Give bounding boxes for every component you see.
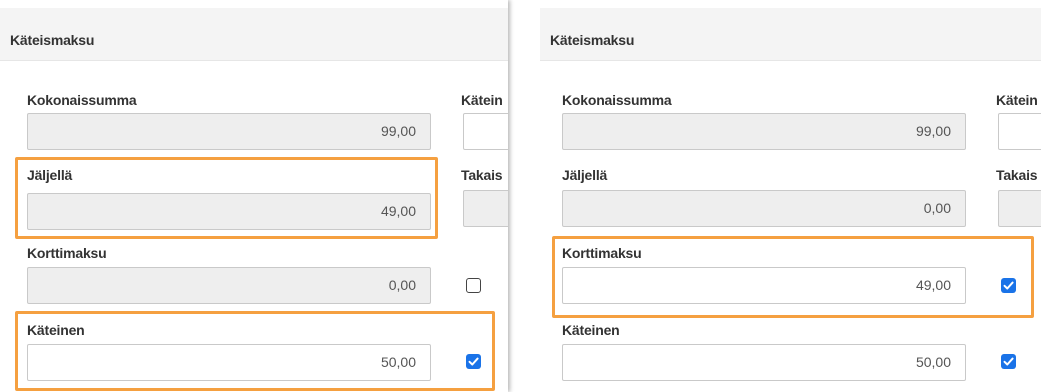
korttimaksu-checkbox[interactable] bbox=[466, 278, 481, 293]
kateinen-label: Käteinen bbox=[562, 322, 620, 338]
jaljella-label: Jäljellä bbox=[27, 167, 73, 183]
kateinen-field[interactable]: 50,00 bbox=[27, 344, 431, 381]
kateinen-checkbox[interactable] bbox=[1001, 354, 1016, 369]
takaisin-column-label: Takais bbox=[996, 167, 1038, 183]
checkmark-icon bbox=[1003, 281, 1014, 290]
kateinen-column-label: Kätein bbox=[996, 92, 1038, 108]
checkmark-icon bbox=[1003, 357, 1014, 366]
kateinen-checkbox[interactable] bbox=[466, 354, 481, 369]
korttimaksu-field[interactable]: 0,00 bbox=[27, 267, 431, 304]
panel-header: Käteismaksu bbox=[0, 8, 508, 61]
kokonaissumma-field: 99,00 bbox=[27, 113, 431, 150]
kokonaissumma-label: Kokonaissumma bbox=[562, 92, 672, 108]
korttimaksu-checkbox[interactable] bbox=[1001, 278, 1016, 293]
jaljella-field: 0,00 bbox=[562, 190, 966, 227]
takaisin-column-label: Takais bbox=[461, 167, 503, 183]
kateinen-column-input[interactable] bbox=[998, 113, 1041, 150]
payment-panel-right: Käteismaksu Kokonaissumma 99,00 Kätein J… bbox=[540, 0, 1041, 392]
panel-header: Käteismaksu bbox=[540, 8, 1041, 61]
checkmark-icon bbox=[468, 357, 479, 366]
kateinen-column-label: Kätein bbox=[461, 92, 503, 108]
takaisin-column-field bbox=[463, 190, 508, 227]
kateinen-field[interactable]: 50,00 bbox=[562, 344, 966, 381]
takaisin-column-field bbox=[998, 190, 1041, 227]
korttimaksu-label: Korttimaksu bbox=[562, 245, 642, 261]
payment-panel-left: Käteismaksu Kokonaissumma 99,00 Kätein J… bbox=[0, 0, 508, 392]
kokonaissumma-field: 99,00 bbox=[562, 113, 966, 150]
kokonaissumma-label: Kokonaissumma bbox=[27, 92, 137, 108]
panel-title: Käteismaksu bbox=[550, 32, 635, 48]
jaljella-field: 49,00 bbox=[27, 193, 431, 230]
korttimaksu-label: Korttimaksu bbox=[27, 245, 107, 261]
jaljella-label: Jäljellä bbox=[562, 167, 608, 183]
kateinen-column-input[interactable] bbox=[463, 113, 508, 150]
kateinen-label: Käteinen bbox=[27, 322, 85, 338]
panel-title: Käteismaksu bbox=[10, 32, 95, 48]
korttimaksu-field[interactable]: 49,00 bbox=[562, 267, 966, 304]
